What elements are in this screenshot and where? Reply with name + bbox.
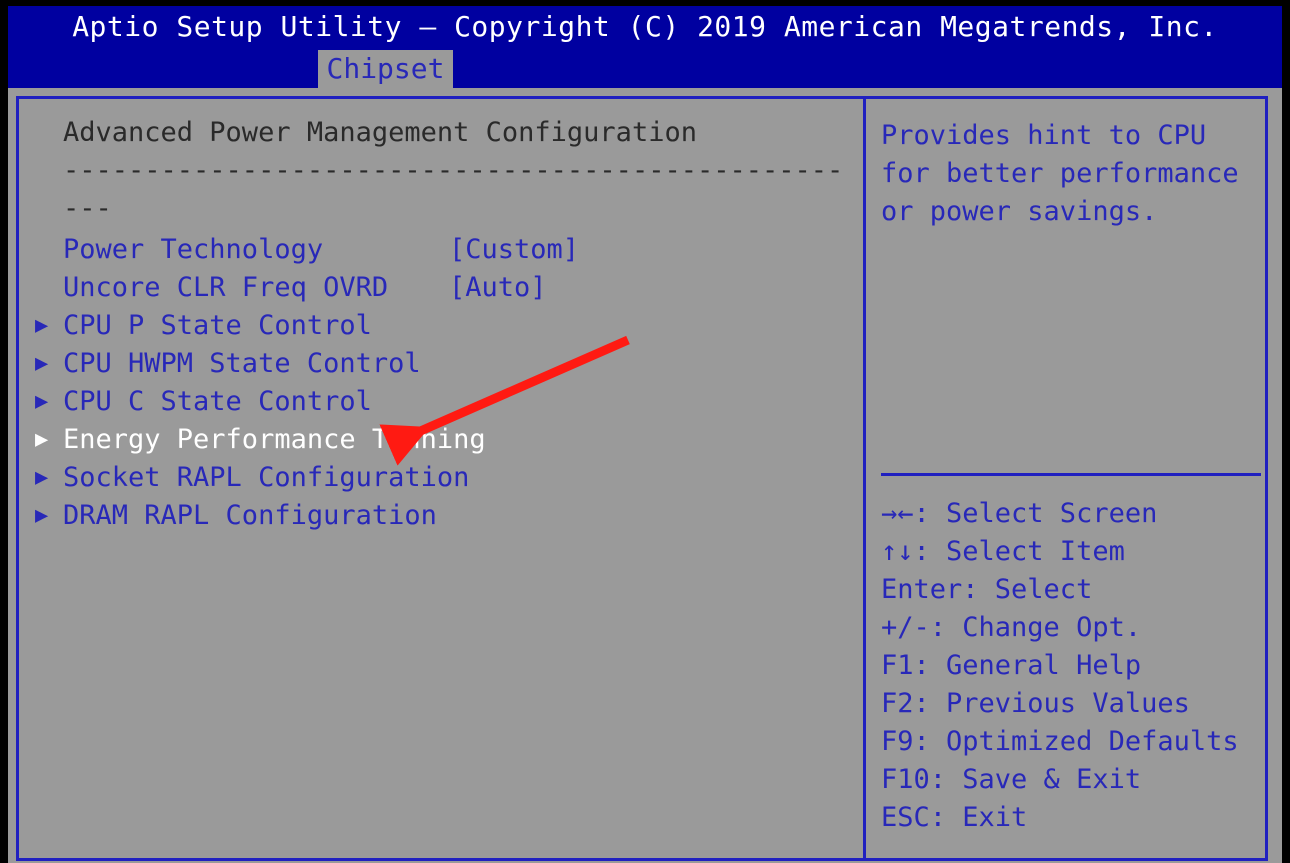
menu-item-label: CPU P State Control <box>63 310 372 341</box>
menu-item-label: Energy Performance Tunning <box>63 424 486 455</box>
submenu-arrow-icon: ▶ <box>35 389 49 414</box>
page-title: Aptio Setup Utility – Copyright (C) 2019… <box>72 10 1218 43</box>
menu-item-value[interactable]: [Auto] <box>449 269 547 307</box>
menu-item-label: Socket RAPL Configuration <box>63 462 470 493</box>
legend-item-8: ESC: Exit <box>881 802 1028 833</box>
menu-item-0[interactable]: Power Technology [Custom] <box>19 231 863 269</box>
menu-item-label: CPU HWPM State Control <box>63 348 421 379</box>
body-frame: Advanced Power Management Configuration … <box>8 88 1282 863</box>
tab-strip: Chipset <box>8 50 1282 88</box>
menu-item-6[interactable]: ▶ Socket RAPL Configuration <box>19 459 863 497</box>
menu-item-label: Uncore CLR Freq OVRD <box>63 272 389 303</box>
submenu-arrow-icon: ▶ <box>35 351 49 376</box>
legend-item-5: F2: Previous Values <box>881 688 1190 719</box>
help-pane: Provides hint to CPU for better performa… <box>869 99 1268 858</box>
submenu-arrow-icon: ▶ <box>35 313 49 338</box>
menu-item-2[interactable]: ▶ CPU P State Control <box>19 307 863 345</box>
legend-item-0: →←: Select Screen <box>881 498 1158 529</box>
menu-item-7[interactable]: ▶ DRAM RAPL Configuration <box>19 497 863 535</box>
help-separator <box>881 473 1261 476</box>
submenu-arrow-icon: ▶ <box>35 427 49 452</box>
tab-chipset[interactable]: Chipset <box>318 50 453 88</box>
submenu-arrow-icon: ▶ <box>35 465 49 490</box>
legend-item-4: F1: General Help <box>881 650 1142 681</box>
section-title: Advanced Power Management Configuration <box>63 117 697 148</box>
settings-pane: Advanced Power Management Configuration … <box>19 99 863 858</box>
submenu-arrow-icon: ▶ <box>35 503 49 528</box>
menu-item-value[interactable]: [Custom] <box>449 231 579 269</box>
header-bar: Aptio Setup Utility – Copyright (C) 2019… <box>8 6 1282 88</box>
menu-item-label: Power Technology <box>63 234 324 265</box>
legend-item-2: Enter: Select <box>881 574 1093 605</box>
menu-item-4[interactable]: ▶ CPU C State Control <box>19 383 863 421</box>
separator-rule-line1: ----------------------------------------… <box>63 155 844 186</box>
bios-setup-screen: Aptio Setup Utility – Copyright (C) 2019… <box>0 0 1290 863</box>
help-description: Provides hint to CPU for better performa… <box>881 120 1239 227</box>
pane-divider <box>863 96 866 861</box>
separator-rule-line2: --- <box>63 193 112 224</box>
legend-item-6: F9: Optimized Defaults <box>881 726 1239 757</box>
menu-item-label: DRAM RAPL Configuration <box>63 500 437 531</box>
menu-item-5[interactable]: ▶ Energy Performance Tunning <box>19 421 863 459</box>
menu-item-3[interactable]: ▶ CPU HWPM State Control <box>19 345 863 383</box>
legend-item-3: +/-: Change Opt. <box>881 612 1142 643</box>
key-legend-list: →←: Select Screen ↑↓: Select Item Enter: S… <box>881 495 1265 837</box>
legend-item-1: ↑↓: Select Item <box>881 536 1125 567</box>
menu-item-label: CPU C State Control <box>63 386 372 417</box>
settings-menu-list: Power Technology [Custom] Uncore CLR Freq … <box>19 231 863 535</box>
menu-item-1[interactable]: Uncore CLR Freq OVRD [Auto] <box>19 269 863 307</box>
legend-item-7: F10: Save & Exit <box>881 764 1142 795</box>
